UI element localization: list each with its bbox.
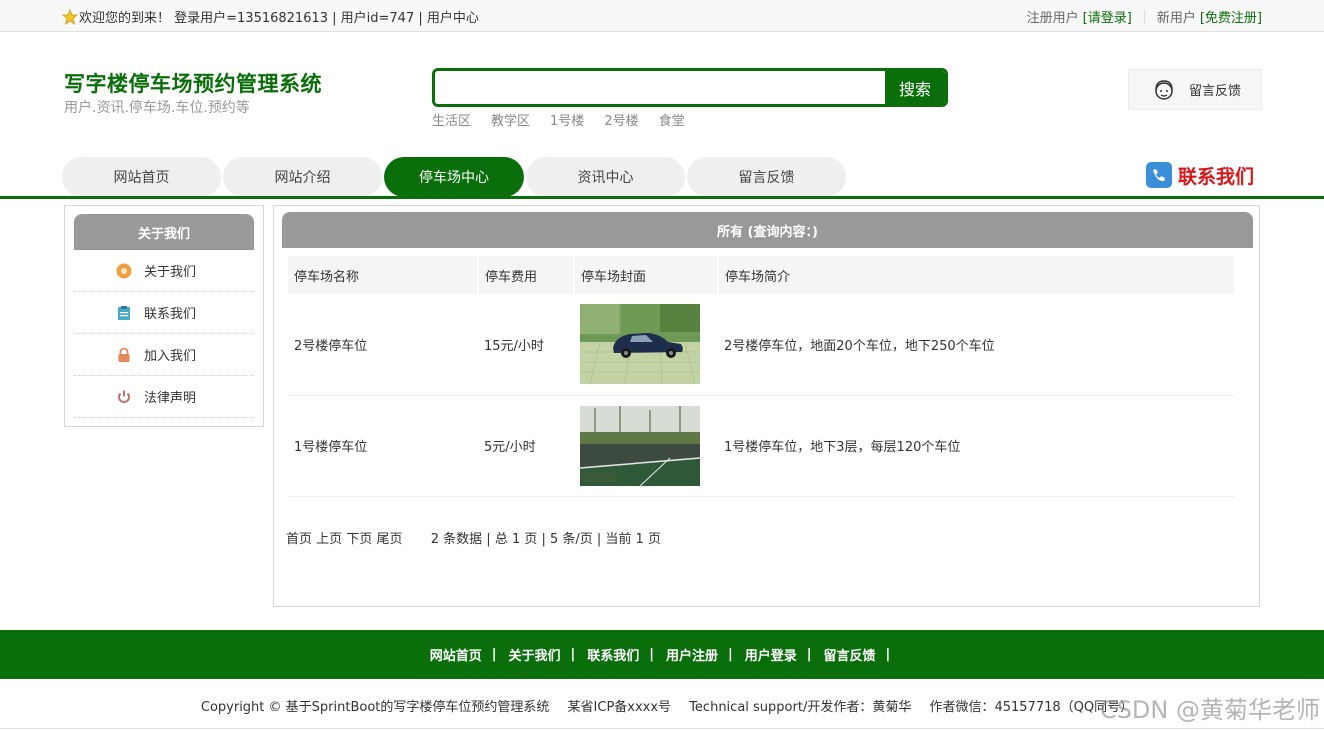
footer-link-feedback[interactable]: 留言反馈 (824, 645, 876, 664)
sidebar-item-label: 关于我们 (144, 265, 197, 280)
clipboard-icon (118, 305, 130, 320)
search-box: 搜索 (432, 68, 948, 107)
parking-fee: 15元/小时 (478, 294, 574, 396)
divider: | (491, 647, 497, 662)
power-icon (118, 390, 130, 403)
site-title: 写字楼停车场预约管理系统 (64, 72, 322, 96)
footer-link-home[interactable]: 网站首页 (430, 645, 482, 664)
nav-parking-center[interactable]: 停车场中心 (384, 157, 524, 197)
pager-prev[interactable]: 上页 (316, 532, 342, 547)
parking-cover-cell (574, 395, 718, 497)
pager-first[interactable]: 首页 (286, 532, 312, 547)
register-user-label: 注册用户 (1026, 11, 1079, 26)
sidebar-item-about[interactable]: 关于我们 (74, 250, 254, 292)
free-register-link[interactable]: [免费注册] (1200, 7, 1262, 26)
login-link[interactable]: [请登录] (1083, 7, 1132, 26)
hotword-link[interactable]: 食堂 (659, 110, 685, 129)
sidebar-item-label: 加入我们 (144, 349, 197, 364)
sidebar-item-label: 法律声明 (144, 391, 197, 406)
watermark: CSDN @黄菊华老师 (1099, 696, 1320, 724)
parking-intro: 1号楼停车位，地下3层，每层120个车位 (718, 395, 1235, 497)
divider: | (806, 647, 812, 662)
icp-text: 某省ICP备xxxx号 (567, 700, 672, 715)
table-row[interactable]: 2号楼停车位 15元/小时 2号楼停车位，地面20个车位，地下250个车位 (288, 294, 1235, 396)
column-header: 停车场名称 (288, 256, 479, 294)
parking-name[interactable]: 2号楼停车位 (288, 294, 478, 396)
parking-table: 停车场名称 停车费用 停车场封面 停车场简介 2号楼停车位 15元/小时 2号楼… (288, 256, 1236, 497)
site-subtitle: 用户.资讯.停车场.车位.预约等 (64, 100, 250, 116)
footer-link-login[interactable]: 用户登录 (745, 645, 797, 664)
lock-icon (118, 347, 130, 362)
column-header: 停车费用 (478, 256, 575, 294)
divider: | (570, 647, 576, 662)
footer-link-about[interactable]: 关于我们 (508, 645, 560, 664)
support-text: Technical support/开发作者：黄菊华 (689, 700, 912, 715)
table-row[interactable]: 1号楼停车位 5元/小时 1号楼停车位，地下3层，每层120个车位 (288, 395, 1235, 497)
divider: | (885, 647, 891, 662)
parking-fee: 5元/小时 (478, 395, 574, 497)
parking-name[interactable]: 1号楼停车位 (288, 395, 478, 497)
parking-intro: 2号楼停车位，地面20个车位，地下250个车位 (718, 294, 1235, 396)
sidebar-item-join[interactable]: 加入我们 (74, 334, 254, 376)
feedback-button[interactable]: 留言反馈 (1128, 69, 1262, 110)
bottom-divider (0, 728, 1324, 729)
nav-underline (0, 196, 1324, 199)
footer-link-contact[interactable]: 联系我们 (587, 645, 639, 664)
table-header-row: 停车场名称 停车费用 停车场封面 停车场简介 (288, 256, 1236, 294)
main-nav: 网站首页 网站介绍 停车场中心 资讯中心 留言反馈 (62, 157, 846, 197)
account-links: 注册用户 [请登录] 新用户 [免费注册] (1027, 7, 1262, 26)
phone-icon (1146, 162, 1172, 188)
pager-summary: 2 条数据 | 总 1 页 | 5 条/页 | 当前 1 页 (430, 532, 661, 547)
search-input[interactable] (435, 71, 885, 104)
sidebar-item-contact[interactable]: 联系我们 (74, 292, 254, 334)
column-header: 停车场简介 (718, 256, 1236, 294)
sidebar-list: 关于我们 联系我们 加入我们 法律声明 (74, 250, 254, 418)
pager-next[interactable]: 下页 (346, 532, 372, 547)
pagination: 首页 上页 下页 尾页 2 条数据 | 总 1 页 | 5 条/页 | 当前 1… (286, 528, 661, 547)
sidebar-item-label: 联系我们 (144, 307, 197, 322)
parking-lot-car-image[interactable] (580, 304, 700, 385)
parking-lot-road-image[interactable] (580, 405, 700, 486)
parking-cover-cell (574, 294, 718, 396)
search-button[interactable]: 搜索 (885, 71, 945, 104)
feedback-label: 留言反馈 (1189, 84, 1242, 99)
divider (1143, 9, 1145, 24)
nav-feedback[interactable]: 留言反馈 (687, 157, 846, 197)
sidebar-title: 关于我们 (74, 214, 254, 250)
copyright-text: Copyright © 基于SprintBoot的写字楼停车位预约管理系统 (200, 700, 550, 715)
divider: | (649, 647, 654, 662)
info-icon (116, 263, 132, 278)
contact-us-link[interactable]: 联系我们 (1145, 161, 1254, 189)
column-header: 停车场封面 (574, 256, 719, 294)
welcome-text[interactable]: 欢迎您的到来！ 登录用户=13516821613 | 用户id=747 | 用户… (79, 7, 479, 26)
hotword-link[interactable]: 1号楼 (550, 110, 584, 129)
nav-about-site[interactable]: 网站介绍 (223, 157, 382, 197)
nav-news-center[interactable]: 资讯中心 (526, 157, 685, 197)
nav-home[interactable]: 网站首页 (62, 157, 221, 197)
hotword-link[interactable]: 2号楼 (604, 110, 638, 129)
sidebar-item-legal[interactable]: 法律声明 (74, 376, 254, 418)
headset-icon (1155, 79, 1173, 100)
hotword-link[interactable]: 教学区 (491, 110, 530, 129)
hot-keywords: 生活区 教学区 1号楼 2号楼 食堂 (432, 110, 685, 129)
top-bar: 欢迎您的到来！ 登录用户=13516821613 | 用户id=747 | 用户… (0, 0, 1324, 32)
contact-us-label: 联系我们 (1178, 165, 1255, 188)
welcome-area: 欢迎您的到来！ 登录用户=13516821613 | 用户id=747 | 用户… (62, 7, 479, 26)
pager-last[interactable]: 尾页 (376, 532, 402, 547)
footer-link-register[interactable]: 用户注册 (666, 645, 718, 664)
hotword-link[interactable]: 生活区 (432, 110, 471, 129)
main-panel-title: 所有 (查询内容：) (282, 212, 1253, 248)
star-icon (62, 8, 78, 25)
sidebar: 关于我们 关于我们 联系我们 加入我们 法律声明 (64, 205, 264, 427)
footer-nav: 网站首页 | 关于我们 | 联系我们 | 用户注册 | 用户登录 | 留言反馈 | (0, 630, 1324, 679)
new-user-label: 新用户 (1156, 11, 1196, 26)
main-panel: 所有 (查询内容：) 停车场名称 停车费用 停车场封面 停车场简介 2号楼停车位… (273, 205, 1260, 607)
divider: | (728, 647, 733, 662)
